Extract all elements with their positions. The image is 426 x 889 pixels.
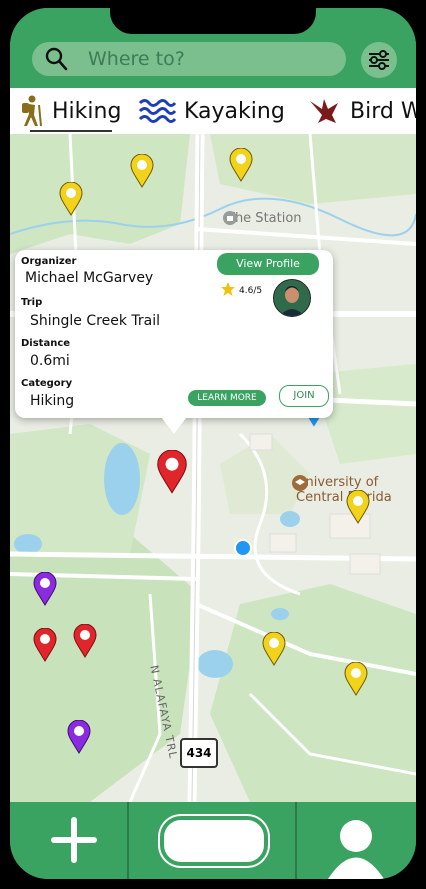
route-shield: 434	[180, 738, 218, 768]
search-bar[interactable]: Where to?	[32, 42, 346, 76]
trip-name: Shingle Creek Trail	[30, 313, 160, 329]
view-profile-button[interactable]: View Profile	[217, 253, 319, 275]
search-icon	[45, 47, 68, 71]
station-icon	[223, 211, 237, 225]
map-pin-yellow[interactable]	[59, 182, 83, 216]
bird-icon	[310, 99, 338, 123]
map-pin-yellow[interactable]	[229, 148, 253, 182]
category-label: Category	[21, 378, 73, 389]
learn-more-button[interactable]: LEARN MORE	[188, 390, 266, 406]
organizer-photo	[274, 280, 310, 316]
tab-label: Hiking	[52, 98, 122, 124]
tab-label: Bird W	[350, 98, 416, 124]
map-pin-yellow[interactable]	[262, 632, 286, 666]
waves-icon	[138, 99, 176, 123]
map-pin-red[interactable]	[73, 624, 97, 658]
trip-popup-card[interactable]: Organizer Michael McGarvey View Profile …	[15, 250, 333, 434]
tab-bird-watching[interactable]: Bird W	[308, 94, 416, 128]
map-pin-red-selected[interactable]	[156, 450, 188, 494]
filter-button[interactable]	[361, 42, 397, 78]
notch	[110, 8, 316, 34]
tab-hiking[interactable]: Hiking	[18, 94, 121, 128]
search-input[interactable]: Where to?	[88, 48, 185, 70]
tab-selected-indicator	[30, 130, 112, 132]
university-icon	[292, 475, 308, 491]
trip-label: Trip	[21, 297, 43, 308]
distance-value: 0.6mi	[30, 353, 70, 369]
nav-divider	[295, 802, 297, 879]
star-icon	[221, 282, 235, 296]
bottom-nav	[10, 802, 416, 879]
category-value: Hiking	[30, 393, 75, 409]
organizer-name: Michael McGarvey	[25, 270, 154, 286]
map-pin-yellow[interactable]	[346, 490, 370, 524]
map-pin-purple[interactable]	[67, 720, 91, 754]
distance-label: Distance	[21, 338, 71, 349]
place-marker-the-station[interactable]: The Station	[223, 211, 302, 226]
map-pin-yellow[interactable]	[130, 154, 154, 188]
filter-icon	[369, 50, 389, 70]
place-label: The Station	[227, 211, 302, 226]
tab-kayaking[interactable]: Kayaking	[138, 94, 285, 128]
tab-label: Kayaking	[184, 98, 285, 124]
hiker-icon	[22, 95, 42, 127]
add-trip-button[interactable]	[50, 816, 98, 864]
join-button[interactable]: JOIN	[279, 385, 329, 407]
profile-icon[interactable]	[326, 816, 386, 879]
map-pin-yellow[interactable]	[344, 662, 368, 696]
current-location-dot	[234, 539, 252, 557]
rating-value: 4.6/5	[239, 286, 263, 296]
organizer-label: Organizer	[21, 256, 77, 267]
map-pin-purple[interactable]	[33, 572, 57, 606]
map-canvas	[10, 134, 416, 802]
nav-divider	[127, 802, 129, 879]
activity-tabs: Hiking Kayaking Bird W	[10, 88, 416, 134]
home-pill-button[interactable]	[160, 816, 268, 866]
avatar[interactable]	[273, 279, 311, 317]
map-pin-red[interactable]	[33, 628, 57, 662]
phone-frame: Where to? Hiking Kayaking Bird W The Sta…	[10, 8, 416, 879]
map-view[interactable]: The Station University of Central Florid…	[10, 134, 416, 802]
